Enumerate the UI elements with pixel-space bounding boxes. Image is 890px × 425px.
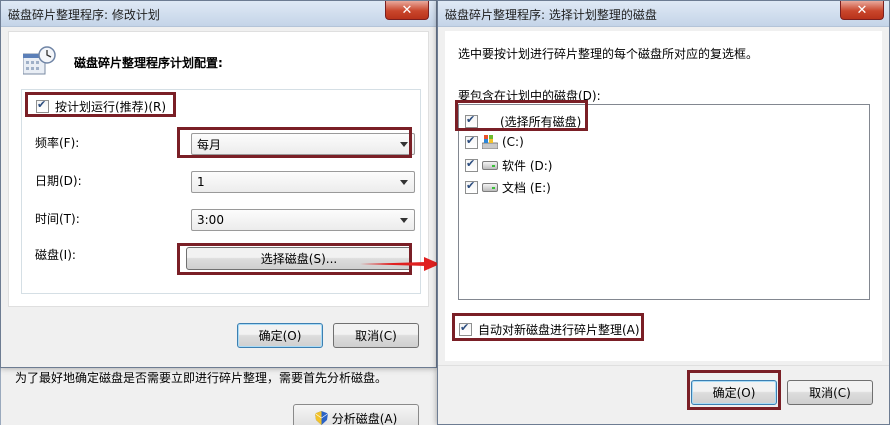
disk-list-label: 要包含在计划中的磁盘(D): xyxy=(458,89,601,103)
right-close-button[interactable]: ✕ xyxy=(840,1,884,20)
select-disks-dialog: 磁盘碎片整理程序: 选择计划整理的磁盘 ✕ 选中要按计划进行碎片整理的每个磁盘所… xyxy=(437,0,890,425)
run-on-schedule-checkbox[interactable]: 按计划运行(推荐)(R) xyxy=(36,98,166,115)
analyze-disk-button[interactable]: 分析磁盘(A) xyxy=(293,404,419,425)
right-ok-button[interactable]: 确定(O) xyxy=(691,380,777,405)
calendar-clock-icon xyxy=(22,46,57,76)
right-title-bar: 磁盘碎片整理程序: 选择计划整理的磁盘 ✕ xyxy=(438,1,889,27)
modify-schedule-dialog: 磁盘碎片整理程序: 修改计划 ✕ 磁盘碎片整理程序计划配置: 按计划运行(推荐)… xyxy=(0,0,437,368)
select-disks-label: 选择磁盘(S)... xyxy=(260,252,338,266)
close-icon: ✕ xyxy=(401,2,413,18)
checkbox-checked-icon xyxy=(459,321,472,336)
checkbox-checked-icon xyxy=(465,134,478,149)
chevron-down-icon xyxy=(400,142,408,147)
left-title-bar: 磁盘碎片整理程序: 修改计划 ✕ xyxy=(1,1,436,27)
time-value: 3:00 xyxy=(197,213,224,227)
left-cancel-label: 取消(C) xyxy=(355,329,397,343)
checkbox-checked-icon xyxy=(36,98,49,113)
checkbox-checked-icon xyxy=(465,179,478,194)
disk-item-label: 软件 (D:) xyxy=(502,159,553,173)
disk-item-label: (选择所有磁盘) xyxy=(500,115,582,129)
uac-shield-icon xyxy=(314,411,328,425)
left-dialog-title: 磁盘碎片整理程序: 修改计划 xyxy=(8,8,160,22)
day-value: 1 xyxy=(197,175,205,189)
frequency-label: 频率(F): xyxy=(35,136,80,150)
footer-separator xyxy=(438,365,889,366)
right-cancel-button[interactable]: 取消(C) xyxy=(787,380,873,405)
day-select[interactable]: 1 xyxy=(191,171,415,193)
system-drive-icon xyxy=(481,135,499,150)
chevron-down-icon xyxy=(400,218,408,223)
schedule-config-heading: 磁盘碎片整理程序计划配置: xyxy=(74,56,223,70)
pointer-arrow xyxy=(360,257,440,274)
checkbox-checked-icon xyxy=(465,113,478,128)
right-cancel-label: 取消(C) xyxy=(809,386,851,400)
left-ok-button[interactable]: 确定(O) xyxy=(237,323,323,348)
close-icon: ✕ xyxy=(856,2,868,18)
disk-item-label: 文档 (E:) xyxy=(502,181,551,195)
analyze-info-text: 为了最好地确定磁盘是否需要立即进行碎片整理，需要首先分析磁盘。 xyxy=(15,371,388,385)
disks-label: 磁盘(I): xyxy=(35,248,76,262)
time-label: 时间(T): xyxy=(35,212,80,226)
checkbox-checked-icon xyxy=(465,157,478,172)
right-dialog-title: 磁盘碎片整理程序: 选择计划整理的磁盘 xyxy=(445,8,657,22)
frequency-select[interactable]: 每月 xyxy=(191,133,415,155)
disk-item-d[interactable]: 软件 (D:) xyxy=(465,157,552,174)
chevron-down-icon xyxy=(400,180,408,185)
right-ok-label: 确定(O) xyxy=(712,386,756,400)
disk-listbox[interactable]: (选择所有磁盘) (C:) 软件 (D:) 文档 (E:) xyxy=(458,104,870,300)
auto-defrag-new-checkbox[interactable]: 自动对新磁盘进行碎片整理(A) xyxy=(459,321,640,338)
analyze-disk-label: 分析磁盘(A) xyxy=(331,411,398,425)
left-ok-label: 确定(O) xyxy=(258,329,302,343)
disk-item-c[interactable]: (C:) xyxy=(465,134,524,150)
disk-item-e[interactable]: 文档 (E:) xyxy=(465,179,551,196)
disk-item-label: (C:) xyxy=(502,135,524,149)
left-cancel-button[interactable]: 取消(C) xyxy=(333,323,419,348)
drive-icon xyxy=(482,183,498,192)
left-close-button[interactable]: ✕ xyxy=(385,1,429,20)
disk-selection-instructions: 选中要按计划进行碎片整理的每个磁盘所对应的复选框。 xyxy=(458,47,759,61)
frequency-value: 每月 xyxy=(197,137,222,152)
day-label: 日期(D): xyxy=(35,174,82,188)
time-select[interactable]: 3:00 xyxy=(191,209,415,231)
drive-icon xyxy=(482,161,498,170)
auto-defrag-new-label: 自动对新磁盘进行碎片整理(A) xyxy=(478,323,640,337)
disk-item-select-all[interactable]: (选择所有磁盘) xyxy=(465,113,581,130)
run-on-schedule-label: 按计划运行(推荐)(R) xyxy=(55,100,167,114)
